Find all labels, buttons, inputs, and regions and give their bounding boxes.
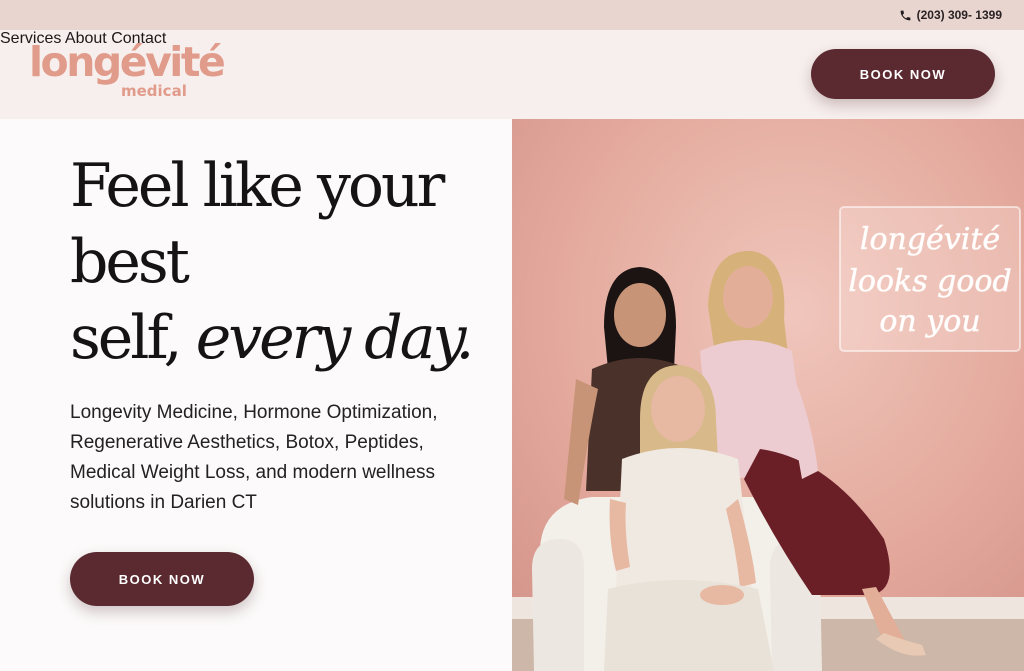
hero-book-now-button[interactable]: BOOK NOW: [70, 552, 254, 606]
neon-line-2: looks good: [848, 264, 1011, 299]
hero-description: Longevity Medicine, Hormone Optimization…: [70, 402, 438, 513]
logo[interactable]: longévité medical: [29, 38, 226, 106]
neon-line-1: longévité: [860, 222, 1000, 257]
headline-italic: every day.: [195, 303, 475, 373]
hero-photo: longévité looks good on you: [512, 119, 1024, 671]
phone-icon: [899, 9, 912, 22]
hero-headline: Feel like your best self, every day.: [70, 148, 500, 376]
headline-line-1: Feel like your: [70, 151, 445, 221]
phone-number[interactable]: (203) 309- 1399: [917, 8, 1002, 22]
site-header: longévité medical Services About Contact…: [0, 30, 1024, 119]
header-book-now-button[interactable]: BOOK NOW: [811, 49, 995, 99]
headline-line-3: self,: [70, 303, 183, 373]
logo-subtitle: medical: [121, 82, 187, 100]
neon-line-3: on you: [879, 304, 980, 339]
logo-wordmark: longévité: [29, 38, 226, 86]
top-bar: (203) 309- 1399: [0, 0, 1024, 30]
headline-line-2: best: [70, 227, 190, 297]
